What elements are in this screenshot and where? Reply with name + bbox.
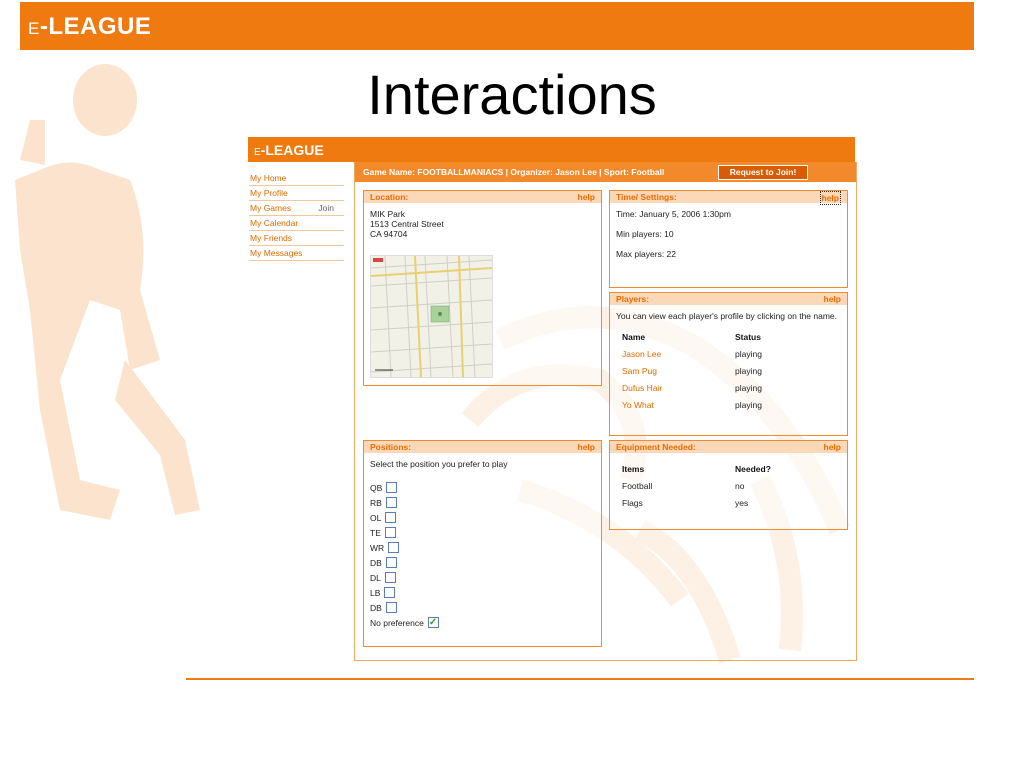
app-logo: E-LEAGUE <box>254 142 324 158</box>
location-name: MIK Park <box>370 209 405 219</box>
equipment-table: Items Needed? Football no Flags yes <box>610 453 847 518</box>
equipment-header: Equipment Needed: help <box>610 441 847 453</box>
game-info-text: Game Name: FOOTBALLMANIACS | Organizer: … <box>363 167 665 177</box>
checkbox[interactable] <box>385 512 397 524</box>
player-name-link[interactable]: Dufus Hair <box>622 383 662 393</box>
position-option-no-preference[interactable]: No preference <box>370 615 595 631</box>
slide-header-bar: E-LEAGUE <box>20 2 974 50</box>
equipment-row: Flags yes <box>622 498 749 508</box>
checkbox[interactable] <box>384 572 396 584</box>
game-content: Game Name: FOOTBALLMANIACS | Organizer: … <box>354 162 857 661</box>
checkbox[interactable] <box>384 587 396 599</box>
max-players: Max players: 22 <box>616 249 676 259</box>
nav-item-my-messages[interactable]: My Messages <box>249 246 344 261</box>
nav-item-my-friends[interactable]: My Friends <box>249 231 344 246</box>
player-row: Yo What playing <box>622 397 841 414</box>
players-panel: Players: help You can view each player's… <box>609 292 848 436</box>
players-intro: You can view each player's profile by cl… <box>616 311 838 321</box>
equipment-row: Football no <box>622 481 745 491</box>
position-option-lb[interactable]: LB <box>370 586 595 601</box>
position-option-db[interactable]: DB <box>370 556 595 571</box>
time-help-link[interactable]: help <box>819 191 841 205</box>
checkbox-checked[interactable] <box>427 615 439 630</box>
player-row: Jason Lee playing <box>622 346 841 363</box>
location-panel: Location: help MIK Park 1513 Central Str… <box>363 190 602 386</box>
checkbox[interactable] <box>386 482 398 494</box>
checkbox[interactable] <box>384 527 396 539</box>
position-option-qb[interactable]: QB <box>370 481 595 496</box>
map-image <box>370 255 493 378</box>
position-option-rb[interactable]: RB <box>370 496 595 511</box>
min-players: Min players: 10 <box>616 229 674 239</box>
checkbox[interactable] <box>385 497 397 509</box>
positions-intro: Select the position you prefer to play <box>370 459 508 469</box>
location-city: CA 94704 <box>370 229 408 239</box>
location-help-link[interactable]: help <box>578 191 595 203</box>
position-option-dl[interactable]: DL <box>370 571 595 586</box>
nav-join-link[interactable]: Join <box>318 201 334 215</box>
location-panel-header: Location: help <box>364 191 601 203</box>
players-table-header: Name Status <box>622 332 761 342</box>
players-header: Players: help <box>610 293 847 305</box>
request-to-join-button[interactable]: Request to Join! <box>718 165 808 180</box>
game-time: Time: January 5, 2006 1:30pm <box>616 209 731 219</box>
player-status: playing <box>735 349 762 359</box>
nav-item-my-home[interactable]: My Home <box>249 171 344 186</box>
positions-header: Positions: help <box>364 441 601 453</box>
player-status: playing <box>735 366 762 376</box>
slide-bottom-rule <box>186 678 974 680</box>
players-table: Name Status Jason Lee playing Sam Pug pl… <box>616 329 841 414</box>
position-option-te[interactable]: TE <box>370 526 595 541</box>
time-settings-header: Time/ Settings: help <box>610 191 847 205</box>
player-name-link[interactable]: Jason Lee <box>622 349 661 359</box>
player-name-link[interactable]: Sam Pug <box>622 366 657 376</box>
location-street: 1513 Central Street <box>370 219 444 229</box>
player-row: Dufus Hair playing <box>622 380 841 397</box>
positions-panel: Positions: help Select the position you … <box>363 440 602 647</box>
equipment-table-header: Items Needed? <box>622 464 771 474</box>
sidebar-nav: My Home My Profile My Games Join My Calen… <box>249 171 344 261</box>
app-screenshot: E-LEAGUE My Home My Profile My Games Join… <box>248 137 857 661</box>
slide-title: Interactions <box>367 63 657 126</box>
app-header: E-LEAGUE <box>248 137 855 162</box>
slide-logo: E-LEAGUE <box>28 13 152 40</box>
players-help-link[interactable]: help <box>824 293 841 305</box>
nav-item-my-profile[interactable]: My Profile <box>249 186 344 201</box>
game-info-bar: Game Name: FOOTBALLMANIACS | Organizer: … <box>355 162 856 182</box>
player-status: playing <box>735 383 762 393</box>
position-option-ol[interactable]: OL <box>370 511 595 526</box>
checkbox[interactable] <box>385 602 397 614</box>
equipment-panel: Equipment Needed: help Items Needed? Foo… <box>609 440 848 530</box>
time-settings-panel: Time/ Settings: help Time: January 5, 20… <box>609 190 848 288</box>
player-name-link[interactable]: Yo What <box>622 400 654 410</box>
nav-item-my-games[interactable]: My Games Join <box>249 201 344 216</box>
checkbox[interactable] <box>388 542 400 554</box>
positions-help-link[interactable]: help <box>578 441 595 453</box>
player-status: playing <box>735 400 762 410</box>
location-map[interactable] <box>370 255 493 378</box>
position-option-db-2[interactable]: DB <box>370 601 595 616</box>
checkbox[interactable] <box>385 557 397 569</box>
equipment-help-link[interactable]: help <box>824 441 841 453</box>
player-row: Sam Pug playing <box>622 363 841 380</box>
position-option-wr[interactable]: WR <box>370 541 595 556</box>
nav-item-my-calendar[interactable]: My Calendar <box>249 216 344 231</box>
